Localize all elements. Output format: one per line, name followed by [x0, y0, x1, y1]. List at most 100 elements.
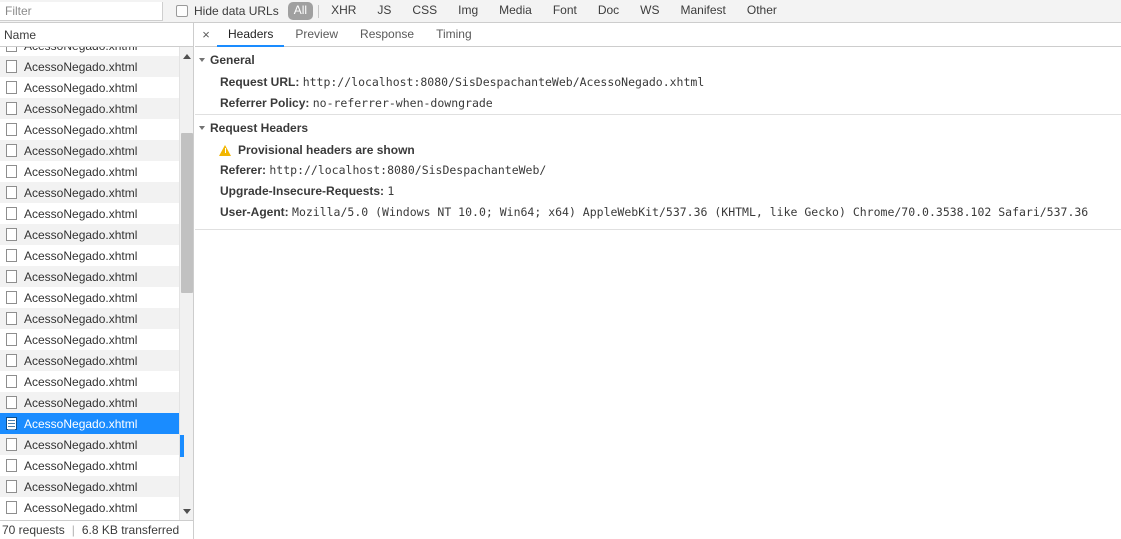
close-icon[interactable]: × [195, 23, 217, 46]
details-tabbar: × Headers Preview Response Timing [195, 23, 1121, 47]
header-key: Request URL: [220, 75, 300, 89]
request-row[interactable]: AcessoNegado.xhtml [0, 308, 180, 329]
request-name: AcessoNegado.xhtml [24, 59, 138, 74]
document-icon [6, 291, 17, 304]
request-name: AcessoNegado.xhtml [24, 374, 138, 389]
hide-data-urls-label: Hide data URLs [194, 4, 279, 18]
tab-preview[interactable]: Preview [284, 23, 349, 47]
request-name: AcessoNegado.xhtml [24, 80, 138, 95]
devtools-network-panel: Hide data URLs All XHR JS CSS Img Media … [0, 0, 1121, 539]
document-icon [6, 333, 17, 346]
request-name: AcessoNegado.xhtml [24, 500, 138, 515]
header-value: Mozilla/5.0 (Windows NT 10.0; Win64; x64… [292, 205, 1089, 219]
request-name: AcessoNegado.xhtml [24, 248, 138, 263]
request-row[interactable]: AcessoNegado.xhtml [0, 392, 180, 413]
document-icon [6, 81, 17, 94]
request-row[interactable]: AcessoNegado.xhtml [0, 371, 180, 392]
header-key: Referrer Policy: [220, 96, 310, 110]
tab-response[interactable]: Response [349, 23, 425, 47]
caret-down-icon[interactable] [199, 58, 205, 62]
filter-media[interactable]: Media [493, 2, 538, 20]
request-row[interactable]: AcessoNegado.xhtml [0, 287, 180, 308]
request-name: AcessoNegado.xhtml [24, 479, 138, 494]
request-row[interactable]: AcessoNegado.xhtml [0, 182, 180, 203]
request-row[interactable]: AcessoNegado.xhtml [0, 455, 180, 476]
request-name: AcessoNegado.xhtml [24, 395, 138, 410]
request-name: AcessoNegado.xhtml [24, 332, 138, 347]
filter-other[interactable]: Other [741, 2, 783, 20]
filter-all[interactable]: All [287, 2, 314, 20]
status-separator: | [71, 523, 75, 537]
filter-js[interactable]: JS [371, 2, 397, 20]
request-name: AcessoNegado.xhtml [24, 311, 138, 326]
document-icon [6, 270, 17, 283]
request-name: AcessoNegado.xhtml [24, 416, 138, 431]
header-value: no-referrer-when-downgrade [312, 96, 493, 110]
request-row[interactable]: AcessoNegado.xhtml [0, 203, 180, 224]
scrollbar-selection-marker [180, 435, 184, 457]
header-key: Upgrade-Insecure-Requests: [220, 184, 385, 198]
scroll-down-arrow-icon[interactable] [180, 504, 193, 518]
document-icon [6, 312, 17, 325]
filter-doc[interactable]: Doc [592, 2, 625, 20]
filter-manifest[interactable]: Manifest [675, 2, 732, 20]
filter-ws[interactable]: WS [634, 2, 665, 20]
warning-text: Provisional headers are shown [238, 143, 415, 157]
request-row[interactable]: AcessoNegado.xhtml [0, 476, 180, 497]
request-name: AcessoNegado.xhtml [24, 101, 138, 116]
request-list-header: Name [0, 23, 193, 47]
request-row[interactable]: AcessoNegado.xhtml [0, 56, 180, 77]
request-list-panel: Name AcessoNegado.xhtml AcessoNegado.xhtm… [0, 23, 194, 539]
warning-triangle-icon [219, 144, 231, 156]
provisional-headers-warning: Provisional headers are shown [195, 140, 1121, 160]
request-row[interactable]: AcessoNegado.xhtml [0, 140, 180, 161]
section-title[interactable]: General [195, 47, 1121, 72]
filter-input[interactable] [0, 1, 163, 21]
document-icon [6, 459, 17, 472]
request-row[interactable]: AcessoNegado.xhtml [0, 434, 180, 455]
request-row[interactable]: AcessoNegado.xhtml [0, 224, 180, 245]
header-entry: Upgrade-Insecure-Requests: 1 [195, 181, 1121, 202]
scroll-up-arrow-icon[interactable] [180, 49, 193, 63]
headers-section: Request Headers Provisional headers are s… [195, 114, 1121, 223]
scrollbar-thumb[interactable] [181, 133, 193, 293]
request-row[interactable]: AcessoNegado.xhtml [0, 266, 180, 287]
document-icon [6, 228, 17, 241]
request-name: AcessoNegado.xhtml [24, 269, 138, 284]
request-name: AcessoNegado.xhtml [24, 227, 138, 242]
request-row[interactable]: AcessoNegado.xhtml [0, 350, 180, 371]
request-list-scrollbar[interactable] [179, 47, 193, 520]
filter-font[interactable]: Font [547, 2, 583, 20]
request-row[interactable]: AcessoNegado.xhtml [0, 98, 180, 119]
hide-data-urls-checkbox[interactable]: Hide data URLs [176, 0, 279, 22]
request-row[interactable]: AcessoNegado.xhtml [0, 413, 180, 434]
checkbox-box[interactable] [176, 5, 188, 17]
document-icon [6, 186, 17, 199]
caret-down-icon[interactable] [199, 126, 205, 130]
request-row[interactable]: AcessoNegado.xhtml [0, 329, 180, 350]
request-name: AcessoNegado.xhtml [24, 353, 138, 368]
header-entry: Referer: http://localhost:8080/SisDespac… [195, 160, 1121, 181]
header-value: http://localhost:8080/SisDespachanteWeb/ [269, 163, 547, 177]
request-row[interactable]: AcessoNegado.xhtml [0, 497, 180, 518]
filter-img[interactable]: Img [452, 2, 484, 20]
header-key: Referer: [220, 163, 267, 177]
header-value: 1 [387, 184, 395, 198]
request-row[interactable]: AcessoNegado.xhtml [0, 119, 180, 140]
section-title[interactable]: Request Headers [195, 115, 1121, 140]
request-row[interactable]: AcessoNegado.xhtml [0, 245, 180, 266]
filter-css[interactable]: CSS [406, 2, 443, 20]
filter-xhr[interactable]: XHR [325, 2, 362, 20]
document-icon [6, 60, 17, 73]
request-list-body[interactable]: AcessoNegado.xhtml AcessoNegado.xhtml Aces… [0, 47, 193, 520]
request-row[interactable]: AcessoNegado.xhtml [0, 47, 180, 56]
header-value: http://localhost:8080/SisDespachanteWeb/… [302, 75, 705, 89]
tab-headers[interactable]: Headers [217, 23, 285, 47]
request-row[interactable]: AcessoNegado.xhtml [0, 161, 180, 182]
request-row[interactable]: AcessoNegado.xhtml [0, 77, 180, 98]
tab-timing[interactable]: Timing [425, 23, 483, 47]
header-key: User-Agent: [220, 205, 289, 219]
request-name: AcessoNegado.xhtml [24, 47, 137, 53]
request-name: AcessoNegado.xhtml [24, 143, 138, 158]
header-entry: Request URL: http://localhost:8080/SisDe… [195, 72, 1121, 93]
